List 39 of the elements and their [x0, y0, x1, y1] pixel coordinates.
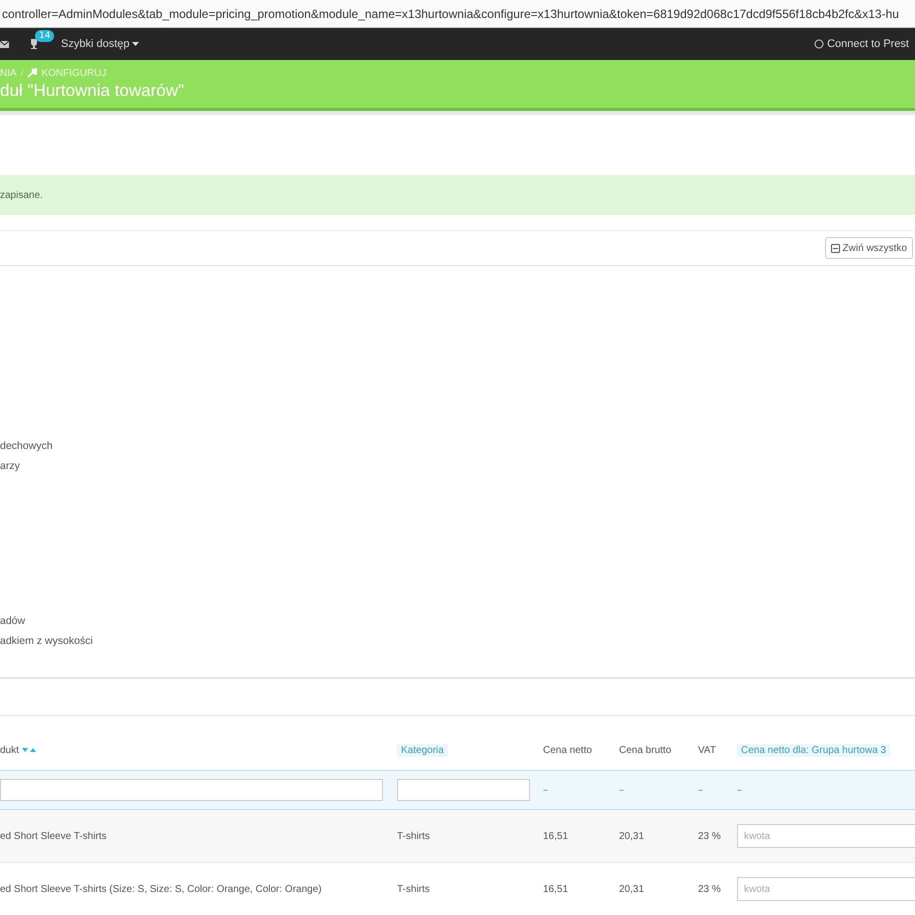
product-name: ed Short Sleeve T-shirts: [0, 830, 107, 842]
category-cell: T-shirts: [397, 884, 430, 894]
collapse-all-button[interactable]: Zwiń wszystko: [824, 237, 913, 259]
quick-access-menu[interactable]: Szybki dostęp: [61, 38, 130, 50]
tree-item[interactable]: arzy: [0, 456, 915, 476]
filter-field[interactable]: [397, 779, 530, 801]
gross-price: 20,31: [619, 884, 644, 894]
notification-badge: 14: [35, 30, 54, 42]
column-header: Cena brutto: [619, 744, 672, 756]
connect-icon: [814, 39, 824, 49]
filter-field[interactable]: [0, 779, 383, 801]
net-price: 16,51: [543, 830, 568, 842]
trophy-icon[interactable]: [29, 39, 39, 49]
tree-item[interactable]: adów: [0, 611, 915, 631]
vat-rate: 23 %: [698, 884, 721, 894]
minus-square-icon: [830, 244, 840, 252]
page-title: duł "Hurtownia towarów": [0, 80, 186, 100]
category-cell: T-shirts: [397, 830, 430, 842]
column-header: VAT: [698, 744, 716, 756]
vat-rate: 23 %: [698, 830, 721, 842]
column-header[interactable]: dukt: [0, 744, 19, 756]
price-input[interactable]: kwota: [737, 877, 915, 901]
connect-link[interactable]: Connect to Prest: [827, 38, 909, 50]
alert-text: zapisane.: [0, 190, 43, 200]
caret-icon[interactable]: [132, 42, 140, 46]
empty-filter-dash: –: [698, 784, 703, 796]
wrench-icon: [27, 68, 38, 78]
gross-price: 20,31: [619, 830, 644, 842]
column-header: Cena netto: [543, 744, 592, 756]
price-input[interactable]: kwota: [737, 824, 915, 848]
empty-filter-dash: –: [543, 784, 548, 796]
product-name: ed Short Sleeve T-shirts (Size: S, Size: S, Color: Orange, Color: Orange): [0, 884, 322, 894]
tree-item[interactable]: dechowych: [0, 436, 915, 456]
empty-filter-dash: –: [619, 784, 624, 796]
envelope-icon[interactable]: [0, 40, 9, 48]
tree-item[interactable]: adkiem z wysokości: [0, 631, 915, 651]
empty-filter-dash: –: [737, 784, 742, 796]
net-price: 16,51: [543, 884, 568, 894]
breadcrumb-separator: /: [20, 68, 24, 78]
